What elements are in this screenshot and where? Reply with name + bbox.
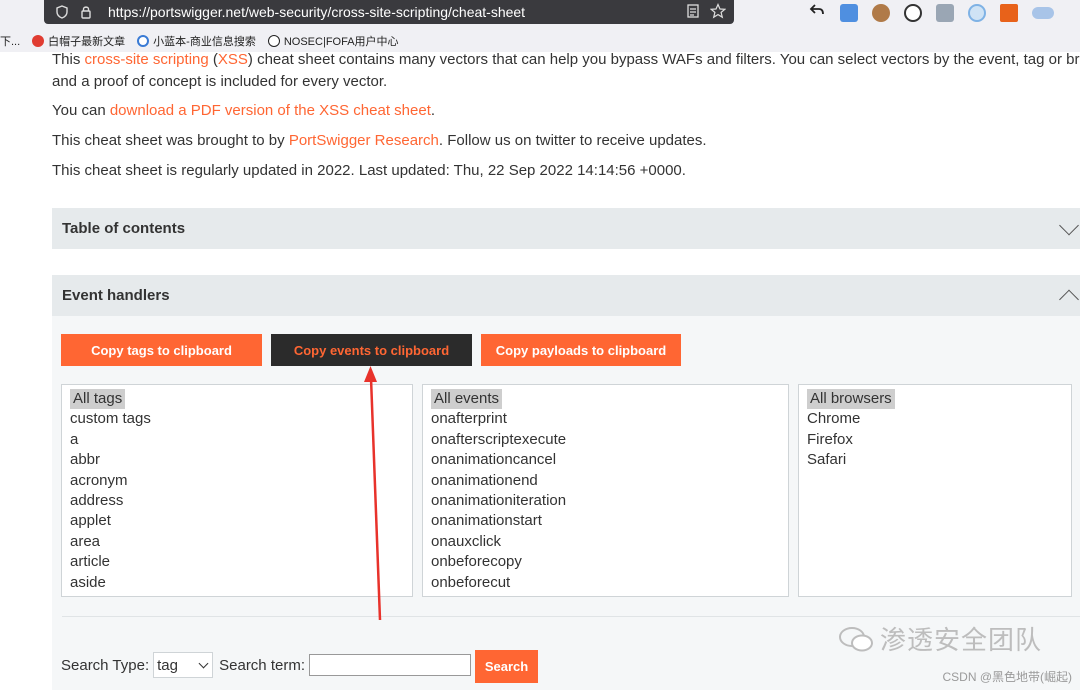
bookmark-star-icon[interactable] — [709, 3, 727, 22]
url-text: https://portswigger.net/web-security/cro… — [108, 4, 526, 20]
divider — [62, 616, 1080, 617]
event-option[interactable]: onafterprint — [429, 409, 782, 429]
tag-option[interactable]: acronym — [68, 471, 406, 491]
search-term-label: Search term: — [219, 656, 305, 674]
burp-icon[interactable] — [1000, 3, 1018, 22]
browser-option[interactable]: Firefox — [805, 430, 1065, 450]
bookmark-item[interactable]: 白帽子最新文章 — [32, 33, 125, 49]
tags-listbox[interactable]: All tags custom tags a abbr acronym addr… — [61, 384, 413, 597]
tag-option[interactable]: applet — [68, 511, 406, 531]
wechat-icon — [839, 626, 873, 651]
portswigger-research-link[interactable]: PortSwigger Research — [289, 132, 439, 149]
toc-header[interactable]: Table of contents — [52, 208, 1080, 249]
event-option-selected[interactable]: All events — [431, 389, 503, 410]
bookmark-favicon-icon — [137, 35, 150, 47]
puzzle-icon[interactable] — [936, 3, 954, 22]
reader-view-icon[interactable] — [686, 3, 700, 22]
search-type-select[interactable]: tag — [153, 652, 214, 678]
browser-option[interactable]: Safari — [805, 450, 1065, 470]
events-listbox[interactable]: All events onafterprint onafterscriptexe… — [422, 384, 789, 597]
bookmark-item[interactable]: NOSEC|FOFA用户中心 — [267, 33, 399, 49]
toc-title: Table of contents — [62, 220, 186, 237]
event-option[interactable]: onanimationcancel — [429, 450, 782, 470]
bookmark-favicon-icon — [32, 35, 45, 47]
browsers-listbox[interactable]: All browsers Chrome Firefox Safari — [798, 384, 1072, 597]
bookmark-item[interactable]: 小蓝本-商业信息搜索 — [137, 33, 256, 49]
tag-option[interactable]: area — [68, 532, 406, 552]
copy-events-button[interactable]: Copy events to clipboard — [271, 334, 472, 366]
back-arrow-icon[interactable] — [808, 1, 826, 24]
copy-tags-button[interactable]: Copy tags to clipboard — [61, 334, 262, 366]
copy-payloads-button[interactable]: Copy payloads to clipboard — [481, 334, 681, 366]
event-handlers-title: Event handlers — [62, 287, 170, 304]
event-option[interactable]: onbeforecopy — [429, 552, 782, 572]
credit-paragraph: This cheat sheet was brought to by PortS… — [52, 132, 707, 149]
cookie-outline-icon[interactable] — [904, 3, 922, 22]
tag-option[interactable]: article — [68, 552, 406, 572]
toggle-icon[interactable] — [1032, 6, 1054, 19]
event-option[interactable]: onanimationstart — [429, 511, 782, 531]
extension-blue-icon[interactable] — [840, 3, 858, 22]
browser-chrome: https://portswigger.net/web-security/cro… — [0, 0, 1080, 52]
tag-option-selected[interactable]: All tags — [70, 389, 126, 410]
event-option[interactable]: onafterscriptexecute — [429, 430, 782, 450]
event-option[interactable]: onbeforecut — [429, 573, 782, 593]
chevron-up-icon — [1059, 289, 1079, 309]
cookie-icon[interactable] — [872, 3, 890, 22]
event-option[interactable]: onanimationend — [429, 471, 782, 491]
search-button[interactable]: Search — [475, 649, 538, 683]
globe-icon — [267, 35, 280, 47]
event-option[interactable]: onanimationiteration — [429, 491, 782, 511]
tag-option[interactable]: a — [68, 430, 406, 450]
intro-paragraph: This cross-site scripting (XSS) cheat sh… — [52, 51, 1080, 90]
chevron-down-icon — [198, 658, 209, 669]
watermark: 渗透安全团队 — [838, 620, 1042, 657]
tag-option[interactable]: aside — [68, 573, 406, 593]
xss-abbr-link[interactable]: XSS — [218, 51, 248, 68]
extension-toolbar — [808, 1, 1054, 24]
browser-option-selected[interactable]: All browsers — [807, 389, 895, 410]
event-handlers-header[interactable]: Event handlers — [52, 275, 1080, 316]
updated-paragraph: This cheat sheet is regularly updated in… — [52, 162, 686, 179]
xss-link[interactable]: cross-site scripting — [85, 51, 209, 68]
browser-option[interactable]: Chrome — [805, 409, 1065, 429]
bookmark-item[interactable]: 下... — [0, 33, 20, 49]
lock-icon[interactable] — [78, 4, 94, 20]
search-type-label: Search Type: — [61, 656, 150, 674]
tag-option[interactable]: custom tags — [68, 409, 406, 429]
event-option[interactable]: onauxclick — [429, 532, 782, 552]
search-row: Search Type: tag Search term: Search — [61, 649, 538, 683]
address-bar[interactable]: https://portswigger.net/web-security/cro… — [44, 0, 734, 24]
pdf-paragraph: You can download a PDF version of the XS… — [52, 102, 436, 119]
circle-extension-icon[interactable] — [968, 3, 986, 22]
tag-option[interactable]: abbr — [68, 450, 406, 470]
shield-icon[interactable] — [54, 4, 70, 20]
pdf-download-link[interactable]: download a PDF version of the XSS cheat … — [110, 102, 431, 119]
search-term-input[interactable] — [309, 654, 471, 676]
csdn-watermark: CSDN @黑色地带(崛起) — [942, 670, 1072, 684]
chevron-down-icon — [1059, 215, 1079, 235]
tag-option[interactable]: address — [68, 491, 406, 511]
